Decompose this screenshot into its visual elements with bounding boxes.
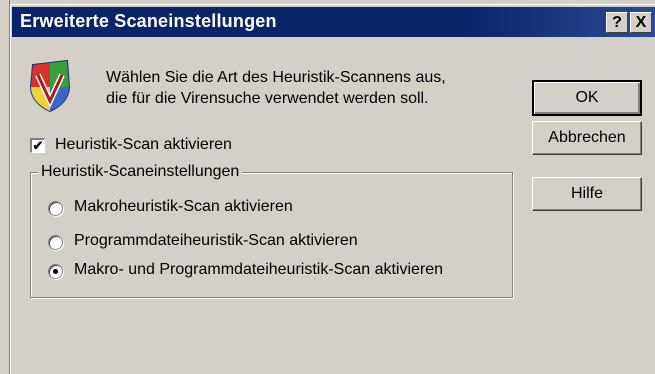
heuristic-scan-checkbox[interactable]: ✔ (30, 138, 45, 153)
heuristic-scan-label[interactable]: Heuristik-Scan aktivieren (55, 136, 232, 154)
group-legend: Heuristik-Scaneinstellungen (38, 163, 243, 181)
radio-label-macro-heuristic[interactable]: Makroheuristik-Scan aktivieren (74, 198, 293, 216)
window-edge (0, 0, 10, 374)
intro-line-2: die für die Virensuche verwendet werden … (106, 90, 429, 107)
radio-macro-program-heuristic[interactable] (48, 264, 63, 279)
shield-v-icon (29, 59, 71, 113)
window-title: Erweiterte Scaneinstellungen (20, 11, 277, 31)
radio-macro-heuristic[interactable] (48, 201, 63, 216)
close-button[interactable]: X (630, 12, 652, 33)
ok-button[interactable]: OK (532, 80, 642, 116)
radio-label-program-heuristic[interactable]: Programmdateiheuristik-Scan aktivieren (74, 232, 358, 250)
intro-line-1: Wählen Sie die Art des Heuristik-Scannen… (106, 69, 446, 86)
intro-text: Wählen Sie die Art des Heuristik-Scannen… (106, 67, 446, 109)
title-bar[interactable]: Erweiterte Scaneinstellungen ? X (12, 7, 655, 37)
radio-label-macro-program-heuristic[interactable]: Makro- und Programmdateiheuristik-Scan a… (74, 261, 443, 279)
radio-program-heuristic[interactable] (48, 235, 63, 250)
help-button[interactable]: Hilfe (532, 177, 642, 211)
help-titlebar-button[interactable]: ? (606, 12, 628, 33)
cancel-button[interactable]: Abbrechen (532, 121, 642, 155)
dialog-window: Erweiterte Scaneinstellungen ? X Wählen … (0, 0, 655, 374)
